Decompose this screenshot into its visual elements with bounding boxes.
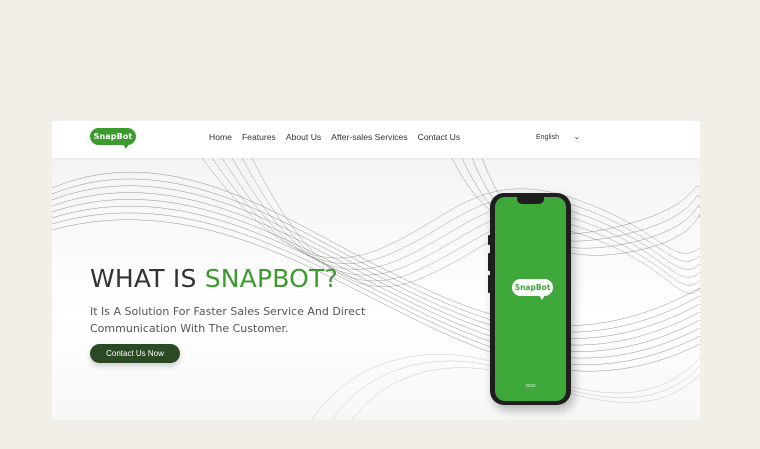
contact-us-now-button[interactable]: Contact Us Now	[90, 344, 180, 363]
hero-title-accent: SNAPBOT?	[204, 264, 338, 293]
nav-features[interactable]: Features	[242, 132, 276, 142]
phone-side-button	[488, 235, 491, 245]
phone-side-button	[488, 275, 491, 293]
phone-screen: SnapBot 2022	[495, 197, 566, 401]
language-label: English	[536, 133, 559, 141]
nav-contact-us[interactable]: Contact Us	[418, 132, 461, 142]
snapbot-logo[interactable]: SnapBot	[90, 128, 136, 149]
phone-side-button	[488, 253, 491, 271]
hero-section: WHAT IS SNAPBOT? It Is A Solution For Fa…	[52, 158, 700, 420]
phone-mockup: SnapBot 2022	[488, 193, 571, 405]
hero-subtitle: It Is A Solution For Faster Sales Servic…	[90, 305, 366, 335]
phone-screen-logo: SnapBot	[512, 279, 553, 300]
language-selector[interactable]: English ⌄	[536, 133, 581, 142]
phone-screen-footer: 2022	[525, 383, 536, 388]
hero-title: WHAT IS SNAPBOT?	[90, 264, 338, 293]
chevron-down-icon: ⌄	[573, 134, 581, 141]
hero-title-prefix: WHAT IS	[90, 264, 205, 293]
landing-page-frame: SnapBot Home Features About Us After-sal…	[52, 121, 700, 420]
nav-menu: Home Features About Us After-sales Servi…	[209, 132, 470, 142]
phone-notch	[517, 197, 544, 204]
nav-about-us[interactable]: About Us	[286, 132, 321, 142]
top-navbar: SnapBot Home Features About Us After-sal…	[52, 121, 700, 158]
nav-home[interactable]: Home	[209, 132, 232, 142]
nav-after-sales-services[interactable]: After-sales Services	[331, 132, 407, 142]
